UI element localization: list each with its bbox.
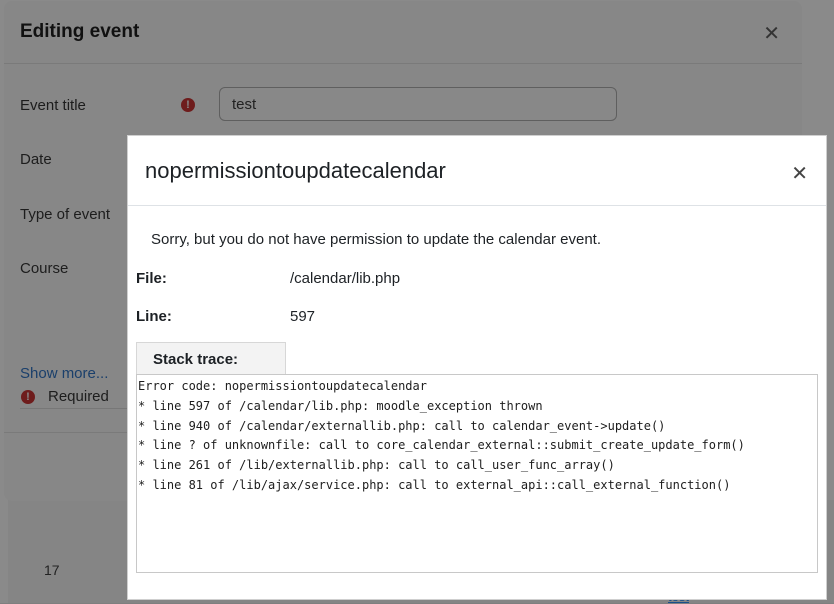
error-modal: nopermissiontoupdatecalendar ✕ Sorry, bu… (127, 135, 827, 600)
stack-trace-tab[interactable]: Stack trace: (136, 342, 286, 374)
type-of-event-label: Type of event (20, 206, 111, 223)
stack-trace-line: * line 261 of /lib/externallib.php: call… (138, 458, 615, 473)
file-value: /calendar/lib.php (290, 270, 401, 287)
required-legend: Required (48, 388, 109, 405)
error-modal-title: nopermissiontoupdatecalendar (145, 158, 446, 183)
error-message: Sorry, but you do not have permission to… (151, 231, 601, 248)
date-label: Date (20, 151, 52, 168)
line-value: 597 (290, 308, 316, 325)
edit-modal-header: Editing event ✕ (4, 1, 802, 64)
stack-trace-line: * line 597 of /calendar/lib.php: moodle_… (138, 398, 543, 413)
course-label: Course (20, 260, 69, 277)
edit-modal-title: Editing event (20, 21, 140, 42)
required-divider (20, 408, 132, 409)
stack-trace-line: Error code: nopermissiontoupdatecalendar (138, 379, 427, 393)
file-label: File: (136, 270, 167, 287)
show-more-link[interactable]: Show more... (20, 365, 108, 382)
stack-trace-line: * line 940 of /calendar/externallib.php:… (138, 418, 666, 433)
exclamation-circle-icon: ! (21, 390, 35, 404)
close-icon[interactable]: ✕ (763, 21, 780, 46)
exclamation-circle-icon: ! (181, 98, 195, 112)
stack-trace-line: * line ? of unknownfile: call to core_ca… (138, 438, 745, 453)
calendar-day-number: 17 (44, 562, 60, 578)
stack-trace-box[interactable]: Error code: nopermissiontoupdatecalendar… (136, 374, 818, 573)
event-title-input[interactable] (219, 87, 617, 121)
line-label: Line: (136, 308, 172, 325)
stack-trace-line: * line 81 of /lib/ajax/service.php: call… (138, 477, 731, 492)
error-modal-header: nopermissiontoupdatecalendar ✕ (128, 136, 826, 206)
close-icon[interactable]: ✕ (791, 161, 808, 186)
event-title-label: Event title (20, 97, 86, 114)
